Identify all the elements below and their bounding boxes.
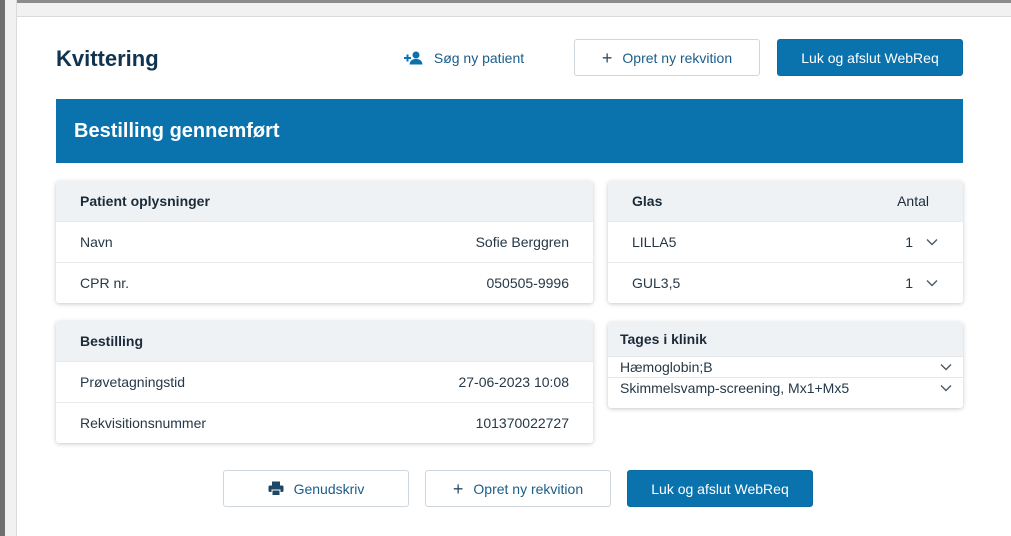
close-webreq-button[interactable]: Luk og afslut WebReq <box>777 39 963 76</box>
clinic-heading: Tages i klinik <box>608 322 963 356</box>
chevron-down-icon[interactable] <box>925 235 939 249</box>
reprint-button[interactable]: Genudskriv <box>223 470 409 507</box>
chevron-down-icon[interactable] <box>925 276 939 290</box>
clinic-item[interactable]: Skimmelsvamp-screening, Mx1+Mx5 <box>608 377 963 398</box>
glas-row[interactable]: LILLA5 1 <box>608 221 963 262</box>
window-frame-left <box>0 0 17 536</box>
patient-cpr-label: CPR nr. <box>80 275 130 291</box>
patient-cpr-row: CPR nr. 050505-9996 <box>56 262 593 303</box>
success-banner: Bestilling gennemført <box>56 99 963 163</box>
clinic-item-label: Skimmelsvamp-screening, Mx1+Mx5 <box>620 380 850 396</box>
chevron-down-icon[interactable] <box>939 360 953 374</box>
search-new-patient-button[interactable]: Søg ny patient <box>394 40 534 76</box>
patient-info-card: Patient oplysninger Navn Sofie Berggren … <box>56 181 593 303</box>
patient-name-row: Navn Sofie Berggren <box>56 221 593 262</box>
patient-name-label: Navn <box>80 234 113 250</box>
page-title: Kvittering <box>56 46 159 71</box>
patient-name-value: Sofie Berggren <box>475 234 569 250</box>
receipt-page: Kvittering Søg ny patient + Opret ny rek… <box>18 18 1011 536</box>
order-card: Bestilling Prøvetagningstid 27-06-2023 1… <box>56 321 593 443</box>
close-webreq-label: Luk og afslut WebReq <box>801 49 939 66</box>
plus-icon: + <box>452 478 464 499</box>
requisition-number-label: Rekvisitionsnummer <box>80 415 207 431</box>
glas-heading-row: Glas Antal <box>608 181 963 221</box>
window-frame-top <box>0 0 1011 17</box>
requisition-number-value: 101370022727 <box>475 415 569 431</box>
requisition-number-row: Rekvisitionsnummer 101370022727 <box>56 402 593 443</box>
footer-new-requisition-button[interactable]: + Opret ny rekvition <box>425 470 611 507</box>
add-person-icon <box>403 51 424 65</box>
chevron-down-icon[interactable] <box>939 381 953 395</box>
glas-heading: Glas <box>632 193 663 209</box>
patient-cpr-value: 050505-9996 <box>486 275 569 291</box>
clinic-card: Tages i klinik Hæmoglobin;B Skimmelsvamp… <box>608 322 963 408</box>
glas-name: LILLA5 <box>632 234 677 250</box>
footer-close-webreq-label: Luk og afslut WebReq <box>651 480 789 497</box>
glas-count: 1 <box>905 234 913 250</box>
clinic-item-label: Hæmoglobin;B <box>620 359 713 375</box>
glas-card: Glas Antal LILLA5 1 GUL3,5 1 <box>608 181 963 303</box>
sampling-time-row: Prøvetagningstid 27-06-2023 10:08 <box>56 361 593 402</box>
reprint-label: Genudskriv <box>293 480 365 497</box>
footer-new-requisition-label: Opret ny rekvition <box>473 480 584 497</box>
sampling-time-label: Prøvetagningstid <box>80 374 186 390</box>
sampling-time-value: 27-06-2023 10:08 <box>458 374 569 390</box>
glas-count: 1 <box>905 275 913 291</box>
footer-close-webreq-button[interactable]: Luk og afslut WebReq <box>627 470 813 507</box>
clinic-item[interactable]: Hæmoglobin;B <box>608 356 963 377</box>
glas-row[interactable]: GUL3,5 1 <box>608 262 963 303</box>
patient-info-heading: Patient oplysninger <box>56 181 593 221</box>
glas-name: GUL3,5 <box>632 275 681 291</box>
new-requisition-button[interactable]: + Opret ny rekvition <box>574 39 760 76</box>
new-requisition-label: Opret ny rekvition <box>622 49 733 66</box>
search-new-patient-label: Søg ny patient <box>433 50 525 66</box>
success-banner-text: Bestilling gennemført <box>74 119 280 142</box>
plus-icon: + <box>601 47 613 68</box>
order-heading: Bestilling <box>56 321 593 361</box>
printer-icon <box>268 481 284 496</box>
glas-count-heading: Antal <box>897 193 929 209</box>
